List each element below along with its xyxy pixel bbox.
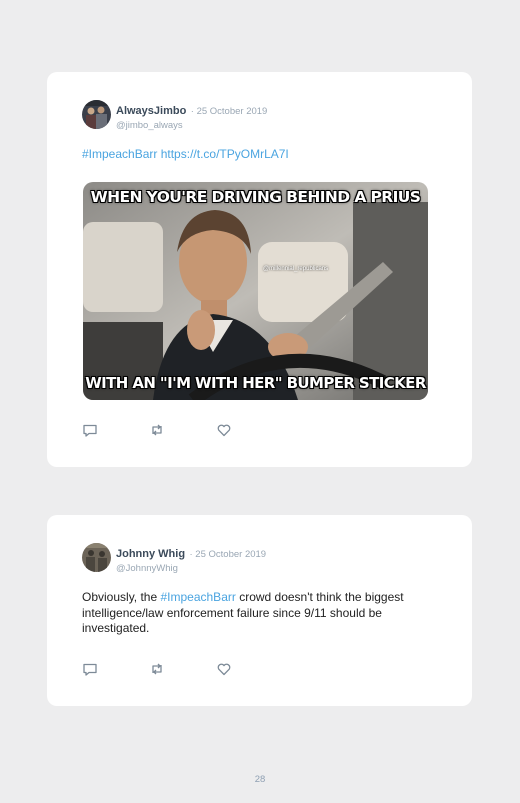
tweet-meta: AlwaysJimbo · 25 October 2019 @jimbo_alw…	[116, 101, 267, 131]
retweet-icon[interactable]	[149, 661, 165, 677]
tweet-card: AlwaysJimbo · 25 October 2019 @jimbo_alw…	[47, 72, 472, 467]
author-handle[interactable]: @JohnnyWhig	[116, 563, 266, 574]
tweet-card: Johnny Whig · 25 October 2019 @JohnnyWhi…	[47, 515, 472, 706]
page-number: 28	[254, 774, 266, 785]
retweet-icon[interactable]	[149, 422, 165, 438]
url-link[interactable]: https://t.co/TPyOMrLA7I	[161, 147, 289, 161]
meme-bottom-caption: WITH AN "I'M WITH HER" BUMPER STICKER	[85, 374, 426, 392]
meme-watermark: @millennial_republicans	[263, 266, 329, 272]
tweet-text-start: Obviously, the	[82, 590, 161, 604]
avatar[interactable]	[82, 100, 111, 129]
tweet-meta: Johnny Whig · 25 October 2019 @JohnnyWhi…	[116, 544, 266, 574]
hashtag-link[interactable]: #ImpeachBarr	[82, 147, 157, 161]
author-name[interactable]: Johnny Whig	[116, 548, 185, 560]
tweet-text: #ImpeachBarr https://t.co/TPyOMrLA7I	[82, 147, 289, 161]
hashtag-link[interactable]: #ImpeachBarr	[160, 590, 235, 604]
tweet-text: Obviously, the #ImpeachBarr crowd doesn'…	[82, 590, 432, 637]
tweet-date[interactable]: · 25 October 2019	[191, 106, 268, 117]
reply-icon[interactable]	[82, 661, 98, 677]
meme-image[interactable]: WHEN YOU'RE DRIVING BEHIND A PRIUS @mill…	[83, 182, 428, 400]
author-handle[interactable]: @jimbo_always	[116, 120, 267, 131]
heart-icon[interactable]	[216, 422, 232, 438]
reply-icon[interactable]	[82, 422, 98, 438]
author-name[interactable]: AlwaysJimbo	[116, 105, 186, 117]
tweet-date[interactable]: · 25 October 2019	[190, 549, 267, 560]
meme-top-caption: WHEN YOU'RE DRIVING BEHIND A PRIUS	[90, 188, 421, 206]
avatar[interactable]	[82, 543, 111, 572]
heart-icon[interactable]	[216, 661, 232, 677]
